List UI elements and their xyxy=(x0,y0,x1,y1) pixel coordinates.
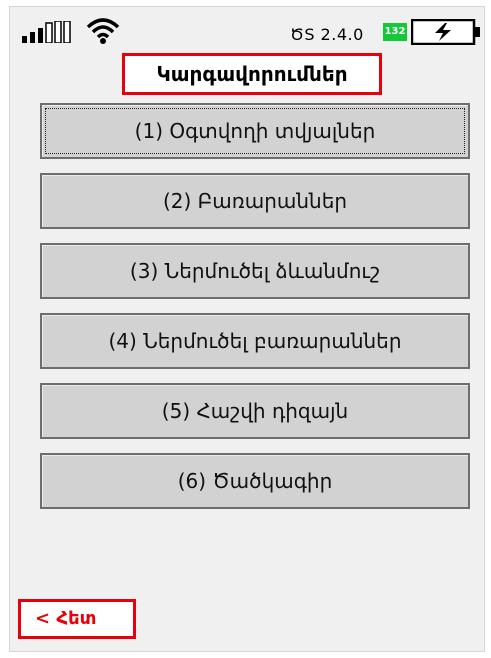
battery-charging-icon xyxy=(411,19,480,45)
password-button[interactable]: (6) Ծածկագիր xyxy=(40,453,470,509)
import-template-button[interactable]: (3) Ներմուծել ձևանմուշ xyxy=(40,243,470,299)
battery-percent-badge: 132 xyxy=(383,23,407,41)
device-screen: ԾS 2.4.0 132 Կարգավորումներ (1) Օգտվողի … xyxy=(9,6,485,652)
back-button[interactable]: < Հետ xyxy=(18,599,136,639)
signal-bars-icon xyxy=(22,21,71,43)
status-bar: ԾS 2.4.0 132 xyxy=(10,7,484,47)
wifi-icon xyxy=(86,18,120,44)
user-data-button[interactable]: (1) Օգտվողի տվյալներ xyxy=(40,103,470,159)
firmware-version: ԾS 2.4.0 xyxy=(290,25,364,44)
invoice-design-button[interactable]: (5) Հաշվի դիզայն xyxy=(40,383,470,439)
import-dictionaries-button[interactable]: (4) Ներմուծել բառարաններ xyxy=(40,313,470,369)
dictionaries-button[interactable]: (2) Բառարաններ xyxy=(40,173,470,229)
page-title: Կարգավորումներ xyxy=(122,53,382,95)
